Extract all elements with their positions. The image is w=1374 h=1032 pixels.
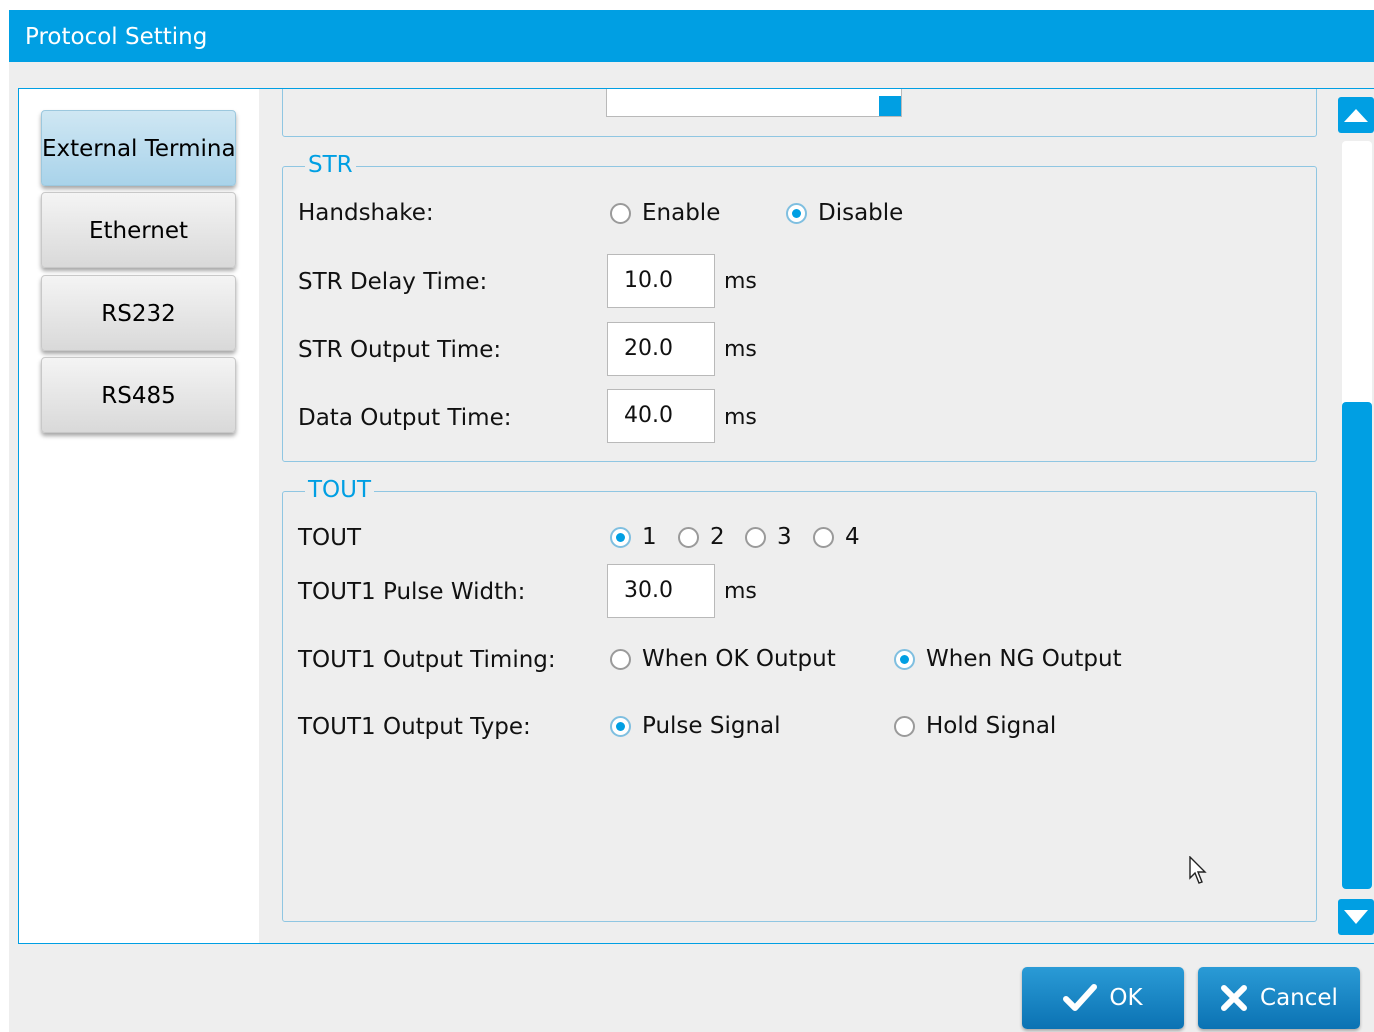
output-type-label: TOUT1 Output Type: [298, 714, 531, 740]
dropdown-arrow-icon [879, 96, 901, 116]
radio-off-icon [610, 202, 631, 224]
data-output-input[interactable]: 40.0 [607, 389, 715, 443]
radio-on-icon [610, 526, 631, 548]
pulse-width-label: TOUT1 Pulse Width: [298, 579, 526, 605]
scroll-down-button[interactable] [1338, 899, 1374, 935]
tout-2-radio[interactable]: 2 [678, 524, 725, 550]
radio-on-icon [894, 648, 915, 670]
str-delay-label: STR Delay Time: [298, 269, 488, 295]
output-timing-label: TOUT1 Output Timing: [298, 647, 556, 673]
radio-label: Pulse Signal [642, 713, 781, 739]
str-delay-input[interactable]: 10.0 [607, 254, 715, 308]
radio-off-icon [813, 526, 834, 548]
radio-off-icon [745, 526, 766, 548]
timing-ok-radio[interactable]: When OK Output [610, 646, 836, 672]
scroll-up-icon [1344, 109, 1368, 122]
ok-button[interactable]: OK [1022, 967, 1184, 1029]
pulse-width-input[interactable]: 30.0 [607, 564, 715, 618]
protocol-setting-window: Protocol Setting External Terminal Ether… [9, 10, 1374, 1032]
cancel-label: Cancel [1260, 985, 1338, 1011]
check-icon [1063, 984, 1098, 1011]
radio-label: Enable [642, 200, 721, 226]
radio-label: When OK Output [642, 646, 836, 672]
tout-1-radio[interactable]: 1 [610, 524, 657, 550]
cancel-button[interactable]: Cancel [1198, 967, 1360, 1029]
str-delay-unit: ms [724, 269, 757, 294]
tout-group: TOUT TOUT 1 2 3 4 TOUT1 Pulse Width: 30.… [282, 476, 1317, 922]
ok-label: OK [1109, 985, 1143, 1011]
handshake-label: Handshake: [298, 200, 434, 226]
radio-off-icon [610, 648, 631, 670]
tout-3-radio[interactable]: 3 [745, 524, 792, 550]
str-output-label: STR Output Time: [298, 337, 502, 363]
radio-label: Disable [818, 200, 904, 226]
str-output-input[interactable]: 20.0 [607, 322, 715, 376]
radio-on-icon [610, 715, 631, 737]
radio-label: When NG Output [926, 646, 1122, 672]
radio-label: 1 [642, 524, 657, 550]
str-output-unit: ms [724, 337, 757, 362]
data-format-group [282, 89, 1317, 137]
mouse-cursor-icon [1189, 856, 1207, 884]
pulse-width-unit: ms [724, 579, 757, 604]
data-format-select[interactable] [606, 89, 902, 117]
nav-ethernet[interactable]: Ethernet [41, 192, 236, 268]
str-legend: STR [305, 151, 356, 179]
scroll-thumb[interactable] [1342, 402, 1372, 889]
handshake-enable-radio[interactable]: Enable [610, 200, 720, 226]
nav-rs485[interactable]: RS485 [41, 357, 236, 433]
radio-label: 3 [777, 524, 792, 550]
protocol-nav: External Terminal Ethernet RS232 RS485 [19, 89, 259, 943]
type-pulse-radio[interactable]: Pulse Signal [610, 713, 781, 739]
handshake-disable-radio[interactable]: Disable [786, 200, 903, 226]
data-output-unit: ms [724, 405, 757, 430]
radio-off-icon [678, 526, 699, 548]
radio-on-icon [786, 202, 807, 224]
type-hold-radio[interactable]: Hold Signal [894, 713, 1056, 739]
cross-icon [1221, 985, 1248, 1011]
dialog-body: External Terminal Ethernet RS232 RS485 S… [18, 88, 1374, 944]
nav-rs232[interactable]: RS232 [41, 275, 236, 351]
nav-external-terminal[interactable]: External Terminal [41, 110, 236, 186]
radio-label: 2 [710, 524, 725, 550]
radio-label: Hold Signal [926, 713, 1057, 739]
window-title: Protocol Setting [9, 10, 1374, 62]
tout-label: TOUT [298, 525, 362, 551]
str-group: STR Handshake: Enable Disable STR Delay … [282, 151, 1317, 462]
scroll-down-icon [1344, 910, 1368, 924]
scroll-up-button[interactable] [1338, 97, 1374, 133]
data-output-label: Data Output Time: [298, 405, 512, 431]
timing-ng-radio[interactable]: When NG Output [894, 646, 1122, 672]
radio-label: 4 [845, 524, 860, 550]
radio-off-icon [894, 715, 915, 737]
settings-scroll-area: STR Handshake: Enable Disable STR Delay … [260, 89, 1320, 943]
vertical-scrollbar[interactable] [1328, 89, 1374, 943]
tout-legend: TOUT [305, 476, 375, 504]
tout-4-radio[interactable]: 4 [813, 524, 860, 550]
